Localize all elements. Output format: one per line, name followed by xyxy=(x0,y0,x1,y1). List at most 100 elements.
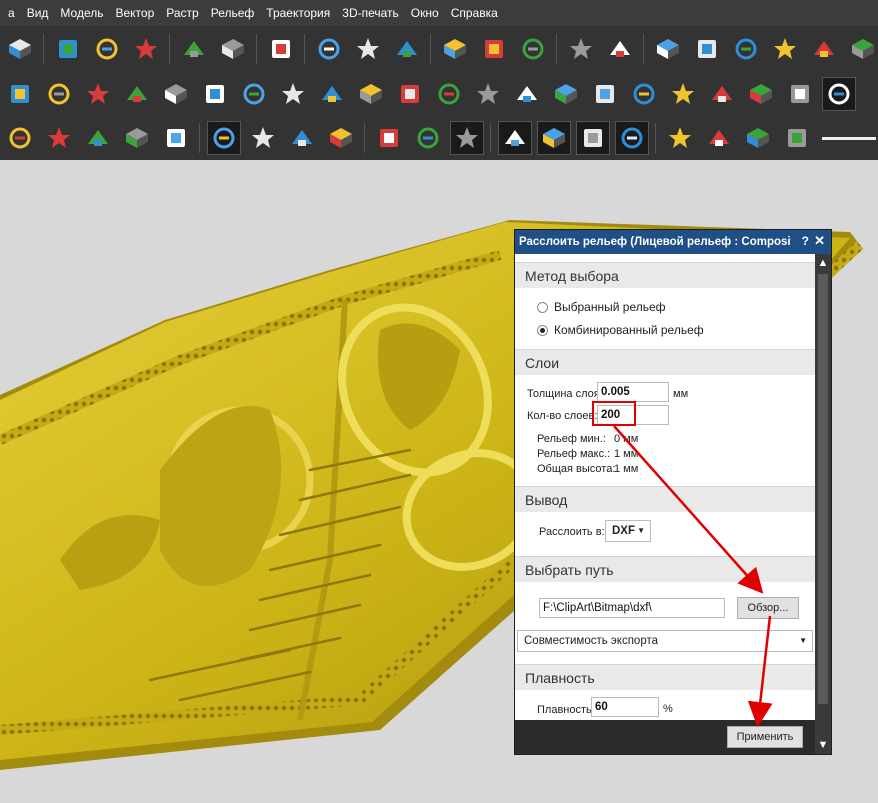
vector-trace-icon[interactable] xyxy=(690,32,724,66)
help-icon[interactable]: ? xyxy=(802,234,809,248)
export-compat-select[interactable]: Совместимость экспорта ▼ xyxy=(517,630,813,652)
menu-item[interactable]: Справка xyxy=(445,0,504,26)
box-dark-icon[interactable] xyxy=(372,121,406,155)
stack-blue-icon[interactable] xyxy=(537,121,571,155)
browse-button[interactable]: Обзор... xyxy=(737,597,799,619)
copy-icon[interactable] xyxy=(90,32,124,66)
tile-icon[interactable] xyxy=(390,32,424,66)
zoom-icon[interactable] xyxy=(120,121,154,155)
smoothness-label: Плавность xyxy=(537,704,592,716)
layer-up-icon[interactable] xyxy=(432,77,466,111)
menu-item[interactable]: а xyxy=(2,0,21,26)
section-header-layers[interactable]: Слои xyxy=(515,349,815,375)
menu-item[interactable]: Растр xyxy=(160,0,204,26)
box-frame-icon[interactable] xyxy=(411,121,445,155)
folder-star-icon[interactable] xyxy=(651,32,685,66)
cube-white-icon[interactable] xyxy=(3,121,37,155)
menu-item[interactable]: Окно xyxy=(405,0,445,26)
slice-dark-icon[interactable] xyxy=(588,77,622,111)
radio-button[interactable] xyxy=(537,324,548,336)
extrude-icon[interactable] xyxy=(81,77,115,111)
radio-button[interactable] xyxy=(537,301,548,313)
scale-icon[interactable] xyxy=(312,32,346,66)
model-tools-icon[interactable] xyxy=(516,32,550,66)
texture-icon[interactable] xyxy=(237,77,271,111)
slice-to-select[interactable]: DXF ▼ xyxy=(605,520,651,542)
stack-red-icon[interactable] xyxy=(576,121,610,155)
section-header-selection-method[interactable]: Метод выбора xyxy=(515,262,815,288)
relief-blue-icon[interactable] xyxy=(3,77,37,111)
star-search-icon[interactable] xyxy=(702,121,736,155)
gold-texture-icon[interactable] xyxy=(393,77,427,111)
cylinder-icon[interactable] xyxy=(324,121,358,155)
smoothness-input[interactable]: 60 xyxy=(591,697,659,717)
machine-icon[interactable] xyxy=(564,32,598,66)
layer-stack-icon[interactable] xyxy=(471,77,505,111)
gold-plane-icon[interactable] xyxy=(615,121,649,155)
cut-icon[interactable] xyxy=(51,32,85,66)
clipart-icon[interactable] xyxy=(438,32,472,66)
bulb-icon[interactable] xyxy=(159,121,193,155)
paste-icon[interactable] xyxy=(129,32,163,66)
weave-icon[interactable] xyxy=(159,77,193,111)
close-icon[interactable]: ✕ xyxy=(814,233,825,249)
bevel-icon[interactable] xyxy=(198,77,232,111)
cube-outline-icon[interactable] xyxy=(42,121,76,155)
axes-icon[interactable] xyxy=(246,121,280,155)
dialog-title-bar[interactable]: Расслоить рельеф (Лицевой рельеф : Compo… xyxy=(515,230,831,254)
scroll-up-icon[interactable]: ▲ xyxy=(815,254,831,272)
cube-iso-icon[interactable] xyxy=(81,121,115,155)
apply-button[interactable]: Применить xyxy=(727,726,803,748)
clock-icon[interactable] xyxy=(450,121,484,155)
section-header-select-path[interactable]: Выбрать путь xyxy=(515,556,815,582)
undo-icon[interactable] xyxy=(177,32,211,66)
render-icon[interactable] xyxy=(207,121,241,155)
relief-max-label: Рельеф макс.: xyxy=(537,448,611,460)
notes-icon[interactable] xyxy=(264,32,298,66)
section-header-smoothness[interactable]: Плавность xyxy=(515,664,815,690)
puzzle-icon[interactable] xyxy=(285,121,319,155)
redo-icon[interactable] xyxy=(216,32,250,66)
blue-surface-icon[interactable] xyxy=(705,77,739,111)
save-icon[interactable] xyxy=(3,32,37,66)
cross-icon[interactable] xyxy=(744,77,778,111)
path-input[interactable]: F:\ClipArt\Bitmap\dxf\ xyxy=(539,598,725,618)
wedge-icon[interactable] xyxy=(354,77,388,111)
star-blue-icon[interactable] xyxy=(498,121,532,155)
menu-item[interactable]: Модель xyxy=(54,0,109,26)
layer-thickness-input[interactable]: 0.005 xyxy=(597,382,669,402)
curve-icon[interactable] xyxy=(768,32,802,66)
total-height-label: Общая высота: xyxy=(537,463,616,475)
rainbow-icon[interactable] xyxy=(780,121,814,155)
menu-item[interactable]: 3D-печать xyxy=(336,0,405,26)
layers-icon[interactable] xyxy=(603,32,637,66)
mirror-icon[interactable] xyxy=(351,32,385,66)
radio-selected-relief[interactable]: Выбранный рельеф xyxy=(537,300,666,314)
line-width-icon[interactable] xyxy=(822,136,876,140)
menu-item[interactable]: Рельеф xyxy=(205,0,261,26)
gem-icon[interactable] xyxy=(510,77,544,111)
layered-relief-icon[interactable] xyxy=(822,76,856,111)
pyramid-icon[interactable] xyxy=(741,121,775,155)
scroll-thumb[interactable] xyxy=(818,274,828,704)
smooth-icon[interactable] xyxy=(627,77,661,111)
shapes-green-icon[interactable] xyxy=(663,121,697,155)
job-setup-icon[interactable] xyxy=(477,32,511,66)
relief-green-icon[interactable] xyxy=(846,32,878,66)
slice-icon[interactable] xyxy=(549,77,583,111)
flat-relief-icon[interactable] xyxy=(783,77,817,111)
scroll-down-icon[interactable]: ▼ xyxy=(815,736,831,754)
dialog-scrollbar[interactable]: ▲ ▼ xyxy=(815,254,831,754)
menu-item[interactable]: Вид xyxy=(21,0,55,26)
plane-icon[interactable] xyxy=(315,77,349,111)
sculpt-icon[interactable] xyxy=(666,77,700,111)
menu-item[interactable]: Вектор xyxy=(109,0,160,26)
star-folder-icon[interactable] xyxy=(276,77,310,111)
node-edit-icon[interactable] xyxy=(729,32,763,66)
twist-icon[interactable] xyxy=(42,77,76,111)
radio-combined-relief[interactable]: Комбинированный рельеф xyxy=(537,323,704,337)
arrows-icon[interactable] xyxy=(120,77,154,111)
section-header-output[interactable]: Вывод xyxy=(515,486,815,512)
star-shape-icon[interactable] xyxy=(807,32,841,66)
menu-item[interactable]: Траектория xyxy=(260,0,336,26)
